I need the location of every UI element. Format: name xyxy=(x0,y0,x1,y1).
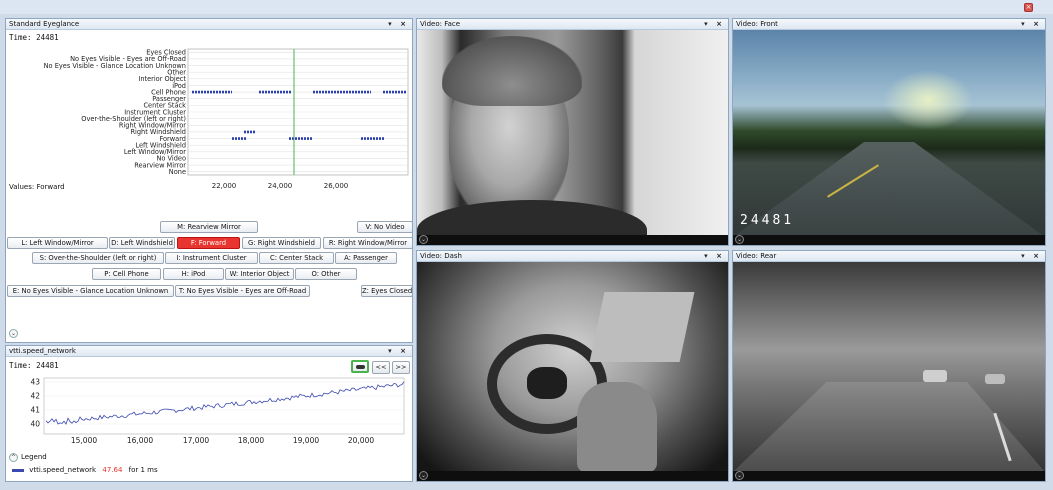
cell-phone-button[interactable]: P: Cell Phone xyxy=(92,268,161,280)
eyeglance-expand-icon[interactable]: ⌄ xyxy=(9,329,18,338)
dash-driver-arm xyxy=(577,382,657,472)
video-rear-title: Video: Rear xyxy=(736,252,777,260)
video-face-title: Video: Face xyxy=(420,20,461,28)
legend-title: Legend xyxy=(21,453,47,461)
legend-swatch xyxy=(12,468,24,472)
video-front-window-controls[interactable]: ▾ × xyxy=(1021,19,1042,29)
speed-y-tick: 42 xyxy=(30,392,40,401)
speed-titlebar: vtti.speed_network ▾ × xyxy=(6,346,412,357)
video-front-title: Video: Front xyxy=(736,20,778,28)
speed-y-tick: 41 xyxy=(30,406,40,415)
left-windshield-button[interactable]: D: Left Windshield xyxy=(109,237,175,249)
video-dash-expand-icon[interactable]: ⌄ xyxy=(419,471,428,480)
speed-y-tick: 40 xyxy=(30,420,40,429)
video-dash-titlebar: Video: Dash ▾ × xyxy=(417,251,728,262)
speed-time: Time: 24481 xyxy=(9,361,59,370)
front-sun-glow xyxy=(883,70,973,130)
video-front-titlebar: Video: Front ▾ × xyxy=(733,19,1045,30)
eyeglance-values: Values: Forward xyxy=(9,183,65,191)
eyeglance-timeline-chart[interactable]: Eyes ClosedNo Eyes Visible - Eyes are Of… xyxy=(12,41,410,193)
eyeglance-title: Standard Eyeglance xyxy=(9,20,80,28)
speed-panel: vtti.speed_network ▾ × Time: 24481 << >>… xyxy=(5,345,413,482)
glance-category-label: None xyxy=(169,168,186,176)
video-dash-title: Video: Dash xyxy=(420,252,462,260)
speed-x-tick: 17,000 xyxy=(183,436,209,445)
front-frame-counter: 24481 xyxy=(740,213,795,228)
ipod-button[interactable]: H: iPod xyxy=(163,268,224,280)
rearview-mirror-button[interactable]: M: Rearview Mirror xyxy=(160,221,258,233)
eyeglance-panel: Standard Eyeglance ▾ × Time: 24481 Eyes … xyxy=(5,18,413,343)
right-window-button[interactable]: R: Right Window/Mirror xyxy=(323,237,412,249)
video-rear-expand-icon[interactable]: ⌄ xyxy=(735,471,744,480)
legend-row: vtti.speed_network 47.64 for 1 ms xyxy=(12,466,158,474)
video-rear-window-controls[interactable]: ▾ × xyxy=(1021,251,1042,261)
video-face-window-controls[interactable]: ▾ × xyxy=(704,19,725,29)
app-close-icon[interactable]: × xyxy=(1024,3,1033,12)
video-rear-frame[interactable]: ⌄ xyxy=(733,262,1045,481)
instrument-cluster-button[interactable]: I: Instrument Cluster xyxy=(165,252,258,264)
over-shoulder-button[interactable]: S: Over-the-Shoulder (left or right) xyxy=(32,252,164,264)
eyeglance-window-controls[interactable]: ▾ × xyxy=(388,19,409,29)
rear-car-2 xyxy=(985,374,1005,384)
dash-console xyxy=(589,292,695,362)
video-dash-controlbar xyxy=(417,471,728,481)
right-windshield-button[interactable]: G: Right Windshield xyxy=(242,237,321,249)
glance-unknown-button[interactable]: E: No Eyes Visible - Glance Location Unk… xyxy=(7,285,174,297)
video-face-titlebar: Video: Face ▾ × xyxy=(417,19,728,30)
video-rear-controlbar xyxy=(733,471,1045,481)
legend-expand-icon[interactable]: ^ xyxy=(9,453,18,462)
view-toggle-icon xyxy=(355,365,365,369)
forward-button[interactable]: F: Forward xyxy=(177,237,240,249)
eyes-closed-button[interactable]: Z: Eyes Closed xyxy=(361,285,412,297)
other-button[interactable]: O: Other xyxy=(295,268,357,280)
speed-x-tick: 18,000 xyxy=(238,436,264,445)
interior-object-button[interactable]: W: Interior Object xyxy=(225,268,294,280)
video-dash-window-controls[interactable]: ▾ × xyxy=(704,251,725,261)
legend-series-name: vtti.speed_network xyxy=(29,466,97,474)
speed-x-tick: 19,000 xyxy=(293,436,319,445)
eyes-offroad-button[interactable]: T: No Eyes Visible - Eyes are Off-Road xyxy=(175,285,310,297)
app-titlebar: × xyxy=(0,0,1053,14)
video-face-expand-icon[interactable]: ⌄ xyxy=(419,235,428,244)
video-front-panel: Video: Front ▾ × 24481 ⌄ xyxy=(732,18,1046,246)
video-front-controlbar xyxy=(733,235,1045,245)
speed-view-toggle-button[interactable] xyxy=(351,360,369,373)
speed-x-tick: 20,000 xyxy=(348,436,374,445)
speed-window-controls[interactable]: ▾ × xyxy=(388,346,409,356)
video-face-panel: Video: Face ▾ × ⌄ xyxy=(416,18,729,246)
speed-next-button[interactable]: >> xyxy=(392,361,410,374)
speed-y-tick: 43 xyxy=(30,378,40,387)
timeline-x-tick: 24,000 xyxy=(268,182,293,190)
face-hair-shape xyxy=(442,36,582,106)
eyeglance-titlebar: Standard Eyeglance ▾ × xyxy=(6,19,412,30)
speed-line-chart[interactable]: 43 42 41 40 15,000 16,000 17,000 18,000 19,000 2… xyxy=(8,376,410,448)
passenger-button[interactable]: A: Passenger xyxy=(335,252,397,264)
timeline-x-tick: 26,000 xyxy=(324,182,349,190)
video-front-expand-icon[interactable]: ⌄ xyxy=(735,235,744,244)
no-video-button[interactable]: V: No Video xyxy=(357,221,412,233)
video-rear-titlebar: Video: Rear ▾ × xyxy=(733,251,1045,262)
video-rear-panel: Video: Rear ▾ × ⌄ xyxy=(732,250,1046,482)
video-dash-panel: Video: Dash ▾ × ⌄ xyxy=(416,250,729,482)
legend-duration: for 1 ms xyxy=(128,466,158,474)
video-front-frame[interactable]: 24481 ⌄ xyxy=(733,30,1045,245)
left-window-button[interactable]: L: Left Window/Mirror xyxy=(7,237,108,249)
dash-wheel-hub xyxy=(527,367,567,399)
speed-prev-button[interactable]: << xyxy=(372,361,390,374)
speed-title: vtti.speed_network xyxy=(9,347,76,355)
video-face-frame[interactable]: ⌄ xyxy=(417,30,728,245)
video-dash-frame[interactable]: ⌄ xyxy=(417,262,728,481)
glance-category-label: No Eyes Visible - Glance Location Unknow… xyxy=(44,62,186,70)
speed-x-tick: 15,000 xyxy=(71,436,97,445)
video-face-controlbar xyxy=(417,235,728,245)
timeline-x-tick: 22,000 xyxy=(212,182,237,190)
speed-x-tick: 16,000 xyxy=(127,436,153,445)
center-stack-button[interactable]: C: Center Stack xyxy=(259,252,334,264)
rear-car-1 xyxy=(923,370,947,382)
legend-value: 47.64 xyxy=(102,466,123,474)
